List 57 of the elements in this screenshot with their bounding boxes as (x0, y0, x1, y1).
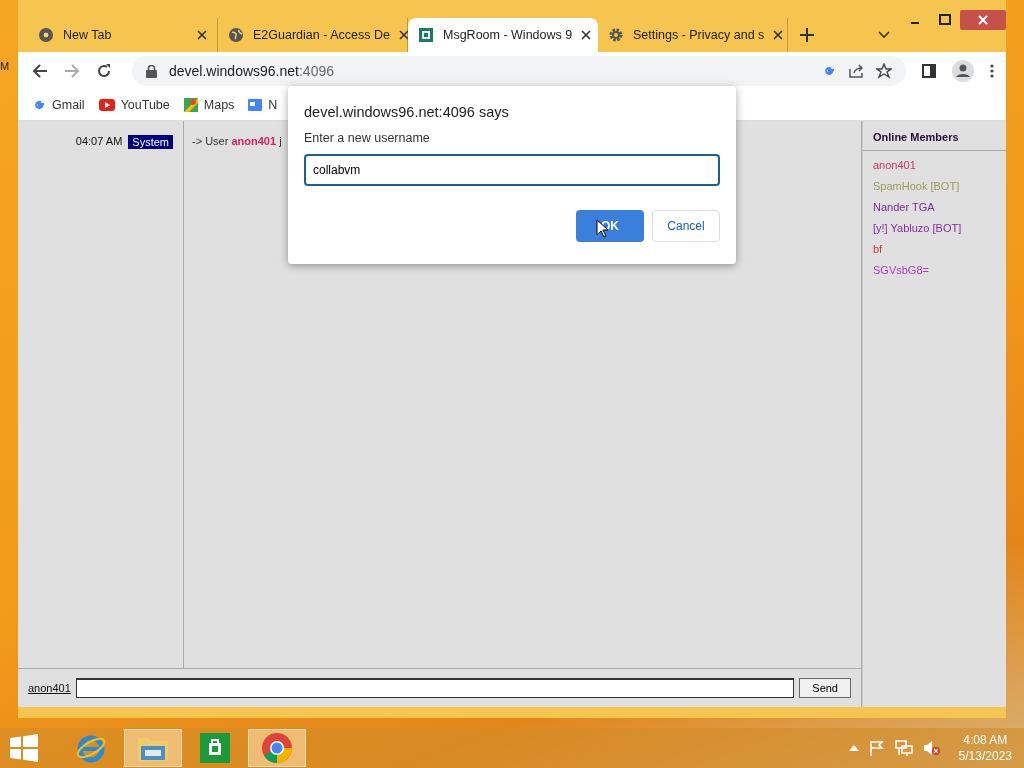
member-name[interactable]: Nander TGA (863, 197, 1006, 218)
browser-tab[interactable]: MsgRoom - Windows 9 (408, 18, 598, 52)
reload-icon[interactable] (96, 63, 112, 79)
gear-icon (608, 27, 624, 43)
tab-title: New Tab (63, 28, 113, 42)
side-panel-icon[interactable] (922, 64, 936, 78)
dialog-title: devel.windows96.net:4096 says (304, 104, 510, 120)
chrome-icon (261, 732, 293, 764)
star-icon[interactable] (876, 63, 892, 79)
member-name[interactable]: SGVsbG8= (863, 260, 1006, 281)
close-icon[interactable] (398, 30, 409, 40)
dialog-prompt: Enter a new username (304, 131, 431, 145)
desktop-icon-label: M (0, 60, 10, 72)
chrome-icon (38, 27, 54, 43)
back-icon[interactable] (32, 63, 48, 79)
chevron-down-icon[interactable] (878, 31, 890, 39)
lock-icon (146, 64, 157, 78)
member-name[interactable]: anon401 (863, 155, 1006, 176)
member-name[interactable]: [y!] Yabluzo [BOT] (863, 218, 1006, 239)
play-icon (98, 99, 115, 111)
message-input[interactable] (75, 678, 795, 698)
bookmark-link[interactable]: Gmail (32, 98, 85, 112)
map-pin-icon (183, 98, 198, 112)
panel-title: Online Members (863, 121, 1006, 151)
app-icon (418, 27, 434, 43)
tab-title: E2Guardian - Access De (253, 28, 390, 42)
share-icon[interactable] (848, 63, 864, 79)
windows-logo-icon[interactable] (10, 734, 38, 762)
newspaper-icon (248, 99, 263, 111)
profile-icon[interactable] (952, 60, 974, 82)
new-tab-icon[interactable] (800, 28, 814, 42)
tab-title: MsgRoom - Windows 9 (443, 28, 573, 42)
address-bar[interactable]: devel.windows96.net:4096 (132, 56, 906, 86)
close-icon[interactable] (581, 30, 592, 40)
bookmark-link[interactable]: N (248, 98, 278, 112)
speaker-muted-icon[interactable] (922, 740, 941, 756)
menu-icon[interactable] (990, 64, 994, 78)
close-icon[interactable] (197, 30, 207, 40)
username-link[interactable]: anon401 (28, 682, 71, 694)
sender-label: System (128, 135, 173, 149)
shopping-bag-icon (200, 733, 230, 763)
globe-icon (228, 27, 244, 43)
taskbar-app[interactable] (248, 729, 306, 767)
taskbar-app[interactable] (124, 729, 182, 767)
member-name[interactable]: bf (863, 239, 1006, 260)
flag-icon[interactable] (868, 740, 885, 756)
message-time: 04:07 AM (75, 135, 123, 147)
tab-title: Settings - Privacy and s (633, 28, 765, 42)
bookmark-link[interactable]: Maps (183, 98, 235, 112)
send-button[interactable]: Send (799, 678, 851, 698)
message-text: -> User anon401 j (191, 134, 282, 149)
close-icon[interactable] (773, 30, 784, 40)
bookmark-link[interactable]: YouTube (98, 98, 170, 112)
username-input[interactable]: collabvm (304, 154, 720, 186)
caret-up-icon[interactable] (848, 745, 859, 751)
url-text: devel.windows96.net:4096 (169, 63, 335, 79)
cancel-button[interactable]: Cancel (652, 210, 720, 242)
